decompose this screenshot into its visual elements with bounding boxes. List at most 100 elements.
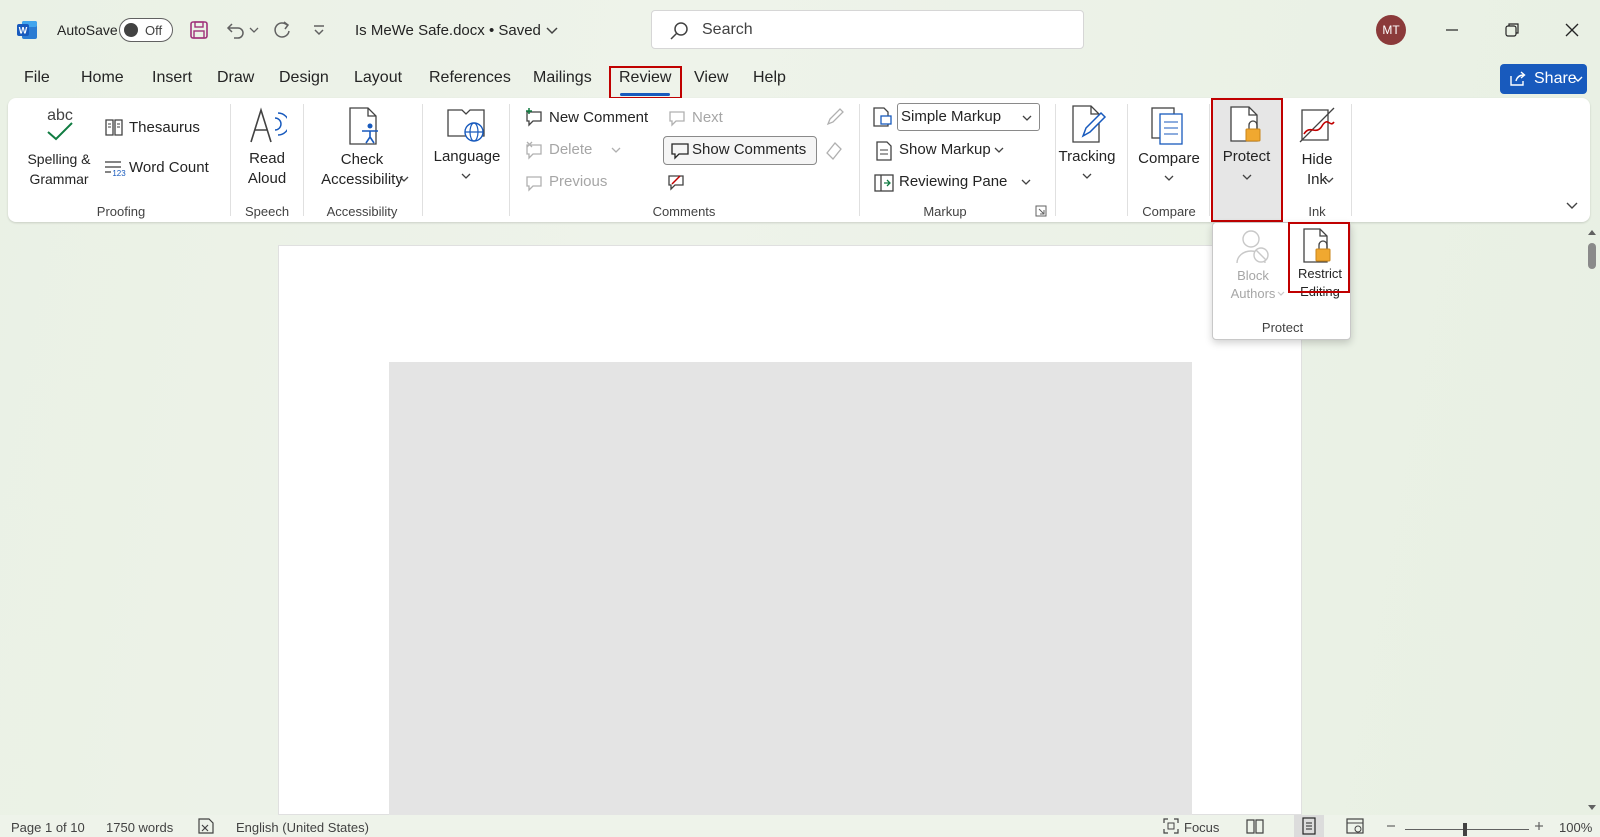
scrollbar-thumb[interactable] [1588,243,1596,269]
document-title-chevron-icon[interactable] [540,18,564,42]
autosave-state: Off [145,23,163,38]
pen-icon[interactable] [824,106,846,128]
block-authors-line1: Block [1237,268,1269,283]
block-authors-button[interactable]: Block Authors [1213,267,1293,303]
protect-lock-icon [1227,105,1267,145]
show-comments-label: Show Comments [692,141,807,158]
tracking-button[interactable]: Tracking [1055,147,1119,167]
zoom-level[interactable]: 100% [1559,820,1592,835]
redo-icon[interactable] [270,18,294,42]
tab-draw[interactable]: Draw [217,69,254,87]
hide-ink-button[interactable]: Hide Ink [1287,150,1347,190]
svg-text:W: W [19,26,28,36]
zoom-slider[interactable] [1405,829,1529,830]
word-count-button[interactable]: Word Count [129,158,209,178]
zoom-out-icon[interactable] [1385,820,1397,832]
check-accessibility-button[interactable]: Check Accessibility [312,150,412,190]
eraser-icon[interactable] [823,139,845,161]
tab-view[interactable]: View [694,69,728,87]
language-icon [446,106,486,144]
restrict-editing-highlight [1288,222,1350,293]
document-title[interactable]: Is MeWe Safe.docx • Saved [355,22,541,39]
display-mode-value: Simple Markup [901,108,1002,125]
reviewing-pane-chevron-icon[interactable] [1021,178,1031,186]
spelling-line1: Spelling & [27,151,91,167]
next-comment-button[interactable]: Next [692,108,723,128]
web-layout-icon[interactable] [1345,817,1365,835]
autosave-toggle[interactable]: Off [119,18,173,42]
search-icon [668,20,690,42]
review-tab-highlight [609,66,682,99]
language-chevron-icon[interactable] [461,172,471,180]
thesaurus-button[interactable]: Thesaurus [129,118,200,138]
page-count[interactable]: Page 1 of 10 [11,820,85,835]
spelling-line2: Grammar [29,171,89,187]
search-input[interactable] [702,19,1062,41]
tab-help[interactable]: Help [753,69,786,87]
show-markup-button[interactable]: Show Markup [899,140,991,160]
read-mode-icon[interactable] [1245,817,1265,835]
focus-button[interactable]: Focus [1184,820,1219,835]
vertical-scrollbar[interactable] [1585,226,1599,814]
print-layout-icon[interactable] [1294,815,1324,837]
group-label-compare: Compare [1142,204,1196,219]
group-label-speech: Speech [244,204,290,219]
tab-insert[interactable]: Insert [152,69,192,87]
group-separator [1351,104,1352,216]
reviewing-pane-button[interactable]: Reviewing Pane [899,172,1007,192]
language-button[interactable]: Language [428,147,506,167]
group-separator [1127,104,1128,216]
share-button[interactable]: Share [1500,64,1587,94]
new-comment-button[interactable]: New Comment [549,108,648,128]
compare-button[interactable]: Compare [1134,149,1204,169]
undo-dropdown-chevron-icon[interactable] [248,18,260,42]
share-chevron-icon [1573,75,1583,83]
hide-ink-chevron-icon[interactable] [1324,176,1334,184]
tab-file[interactable]: File [24,69,50,87]
tab-layout[interactable]: Layout [354,69,402,87]
tab-mailings[interactable]: Mailings [533,69,592,87]
compare-icon [1148,106,1188,146]
minimize-icon[interactable] [1440,18,1464,42]
zoom-slider-thumb[interactable] [1463,823,1467,836]
zoom-in-icon[interactable] [1533,820,1545,832]
proofing-status-icon[interactable] [197,817,215,835]
collapse-ribbon-chevron-icon[interactable] [1565,200,1579,210]
spelling-check-icon: abc [42,106,78,144]
close-icon[interactable] [1560,18,1584,42]
display-for-review-select[interactable]: Simple Markup [897,103,1040,131]
read-aloud-button[interactable]: Read Aloud [237,149,297,189]
undo-icon[interactable] [223,18,247,42]
tab-design[interactable]: Design [279,69,329,87]
ribbon-tabs: File Home Insert Draw Design Layout Refe… [0,62,1600,96]
block-authors-chevron-icon[interactable] [1277,291,1285,297]
save-icon[interactable] [187,18,211,42]
compare-chevron-icon[interactable] [1164,174,1174,182]
document-image-placeholder[interactable] [389,362,1192,815]
display-mode-chevron-icon [1022,114,1032,122]
tab-home[interactable]: Home [81,69,124,87]
tab-references[interactable]: References [429,69,511,87]
avatar[interactable]: MT [1376,15,1406,45]
ink-comment-icon[interactable] [666,171,688,193]
delete-comment-button[interactable]: Delete [549,140,592,160]
search-box[interactable] [651,10,1084,49]
markup-dialog-launcher-icon[interactable] [1035,205,1047,217]
read-aloud-line2: Aloud [247,170,287,187]
tracking-chevron-icon[interactable] [1082,172,1092,180]
group-separator [1209,104,1210,216]
group-separator [422,104,423,216]
accessibility-chevron-icon[interactable] [399,175,409,183]
show-markup-chevron-icon[interactable] [994,146,1004,154]
protect-button[interactable]: Protect [1211,98,1283,222]
previous-comment-button[interactable]: Previous [549,172,607,192]
language-status[interactable]: English (United States) [236,820,369,835]
check-line2: Accessibility [321,171,403,188]
word-count[interactable]: 1750 words [106,820,173,835]
customize-toolbar-icon[interactable] [307,18,331,42]
delete-chevron-icon[interactable] [611,146,621,154]
show-comments-button[interactable]: Show Comments [663,136,817,165]
group-label-markup: Markup [923,204,967,219]
restore-icon[interactable] [1500,18,1524,42]
spelling-grammar-button[interactable]: Spelling & Grammar [18,149,100,189]
